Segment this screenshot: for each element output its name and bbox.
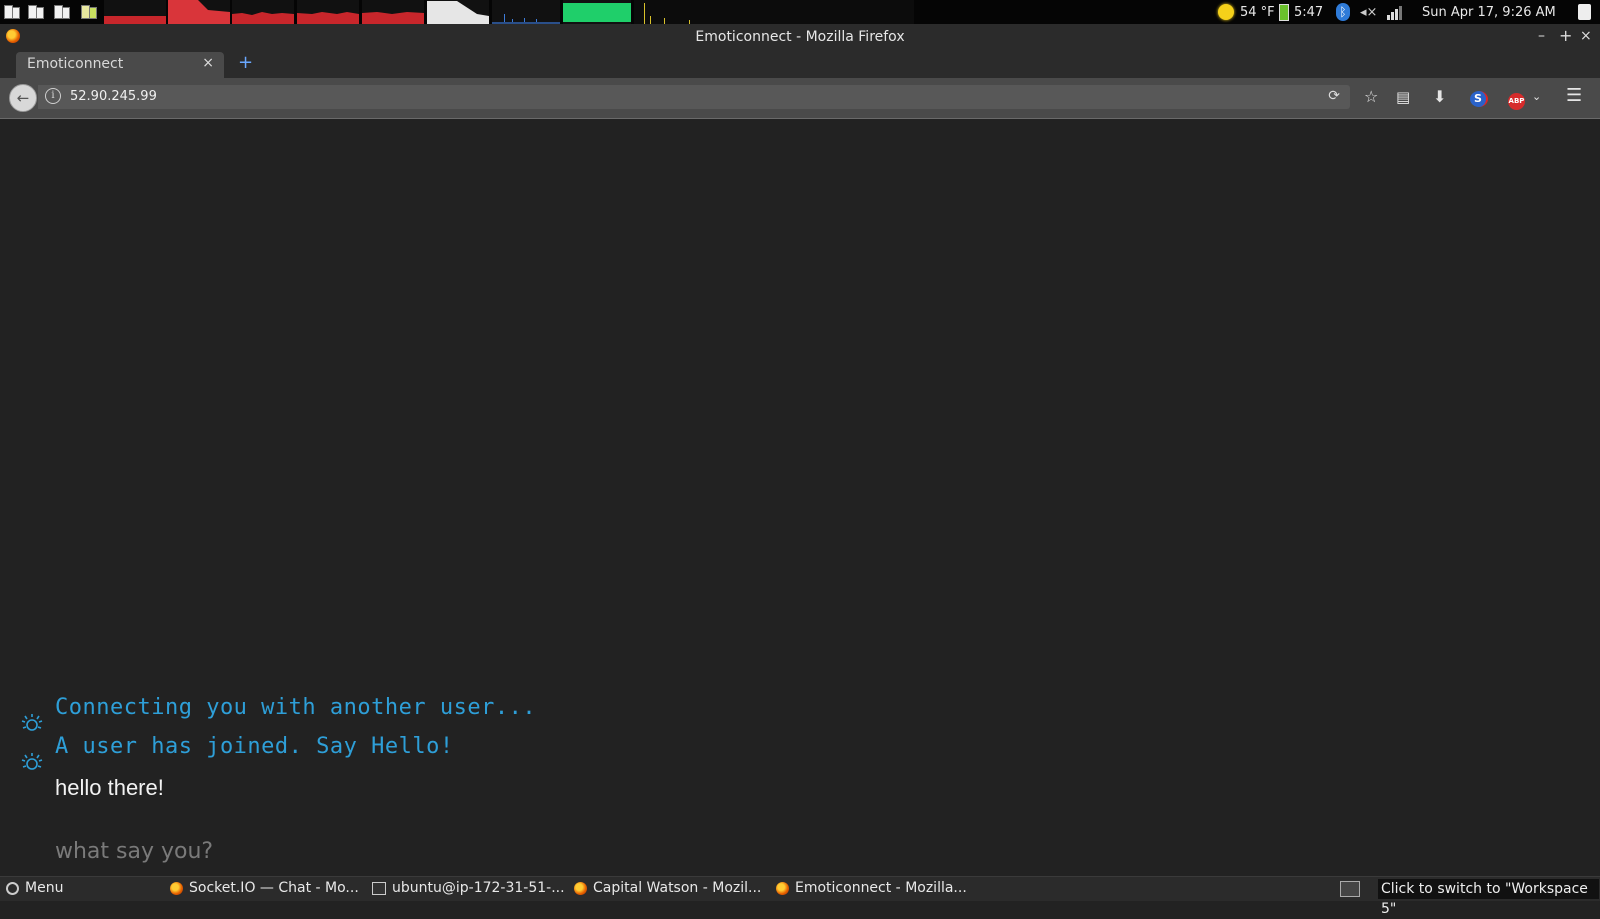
- hamburger-menu-icon[interactable]: ☰: [1566, 85, 1582, 106]
- navigation-toolbar: i 52.90.245.99 ⟳ ← ☆ ▤ ⬇ S ABP ⌄ ☰: [0, 78, 1600, 119]
- taskbar-item-label: Socket.IO — Chat - Mo...: [189, 880, 359, 896]
- extension-s-icon[interactable]: S: [1470, 87, 1488, 107]
- tab-strip: Emoticonnect × +: [0, 50, 1600, 78]
- memory-graph: [427, 0, 489, 24]
- workspace-tooltip: Click to switch to "Workspace 5": [1378, 879, 1599, 917]
- clock[interactable]: Sun Apr 17, 9:26 AM: [1422, 0, 1556, 24]
- terminal-icon: [372, 881, 386, 895]
- window-title: Emoticonnect - Mozilla Firefox: [695, 29, 905, 45]
- workspace-1-icon[interactable]: [3, 3, 20, 20]
- network-graph: [492, 0, 560, 24]
- tab-emoticonnect[interactable]: Emoticonnect ×: [16, 52, 224, 78]
- bookmark-star-icon[interactable]: ☆: [1364, 87, 1378, 106]
- tab-close-icon[interactable]: ×: [202, 55, 214, 71]
- taskbar-item-capital-watson[interactable]: Capital Watson - Mozil...: [574, 880, 761, 896]
- clock-datetime: Sun Apr 17, 9:26 AM: [1422, 4, 1556, 20]
- site-info-icon[interactable]: i: [45, 88, 61, 104]
- taskbar-item-emoticonnect[interactable]: Emoticonnect - Mozilla...: [776, 880, 967, 896]
- swap-graph: [563, 0, 631, 24]
- cpu-graph-3: [232, 0, 294, 24]
- chat-message: hello there!: [55, 775, 164, 800]
- new-tab-button[interactable]: +: [238, 52, 253, 73]
- sun-icon: [1218, 4, 1234, 20]
- workspace-3-icon[interactable]: [53, 3, 70, 20]
- reading-list-icon[interactable]: ▤: [1396, 88, 1410, 106]
- cpu-graph-2: [168, 0, 230, 24]
- taskbar-item-label: ubuntu@ip-172-31-51-...: [392, 880, 565, 896]
- taskbar-item-socketio[interactable]: Socket.IO — Chat - Mo...: [170, 880, 359, 896]
- cpu-graph-4: [297, 0, 359, 24]
- cpu-graph-5: [362, 0, 424, 24]
- volume-icon[interactable]: ◂×: [1360, 0, 1377, 24]
- load-graph: [634, 0, 914, 24]
- taskbar-item-terminal[interactable]: ubuntu@ip-172-31-51-...: [372, 880, 565, 896]
- download-icon[interactable]: ⬇: [1433, 87, 1446, 106]
- menu-icon: [6, 881, 19, 895]
- workspace-switcher-icon[interactable]: [1340, 881, 1360, 897]
- system-message: A user has joined. Say Hello!: [55, 734, 454, 759]
- url-bar[interactable]: i 52.90.245.99 ⟳: [38, 85, 1350, 109]
- battery-indicator[interactable]: 5:47: [1279, 0, 1323, 24]
- window-titlebar: Emoticonnect - Mozilla Firefox – + ×: [0, 24, 1600, 50]
- back-button[interactable]: ←: [9, 84, 37, 112]
- battery-time: 5:47: [1294, 4, 1324, 20]
- top-system-panel: 54 °F 5:47 ᛒ ◂× Sun Apr 17, 9:26 AM: [0, 0, 1600, 24]
- cpu-graph: [104, 0, 166, 24]
- adblock-icon[interactable]: ABP: [1508, 88, 1525, 110]
- close-window-button[interactable]: ×: [1580, 28, 1592, 44]
- bluetooth-icon[interactable]: ᛒ: [1336, 0, 1350, 24]
- minimize-button[interactable]: –: [1538, 28, 1545, 44]
- workspace-2-icon[interactable]: [27, 3, 44, 20]
- weather-indicator[interactable]: 54 °F: [1218, 0, 1275, 24]
- back-arrow-icon: ←: [16, 89, 30, 107]
- firefox-icon: [170, 881, 183, 895]
- workspace-4-icon[interactable]: [80, 3, 97, 20]
- network-signal-icon[interactable]: [1386, 0, 1404, 24]
- watson-icon: [21, 753, 43, 770]
- battery-icon: [1279, 3, 1289, 21]
- firefox-icon: [574, 881, 587, 895]
- bottom-taskbar: Menu Socket.IO — Chat - Mo... ubuntu@ip-…: [0, 876, 1600, 917]
- notification-icon[interactable]: [1578, 0, 1591, 24]
- taskbar-item-label: Capital Watson - Mozil...: [593, 880, 762, 896]
- maximize-button[interactable]: +: [1559, 26, 1572, 45]
- tab-label: Emoticonnect: [27, 56, 124, 72]
- weather-temp: 54 °F: [1240, 4, 1275, 20]
- taskbar-item-label: Emoticonnect - Mozilla...: [795, 880, 967, 896]
- menu-label: Menu: [25, 880, 64, 896]
- reload-icon[interactable]: ⟳: [1328, 88, 1340, 104]
- page-content: Connecting you with another user... A us…: [3, 119, 1597, 874]
- watson-icon: [21, 714, 43, 731]
- system-message: Connecting you with another user...: [55, 695, 537, 720]
- menu-button[interactable]: Menu: [6, 880, 63, 896]
- adblock-dropdown-icon[interactable]: ⌄: [1532, 90, 1541, 103]
- firefox-icon: [776, 881, 789, 895]
- chat-input[interactable]: [55, 835, 955, 867]
- url-text[interactable]: 52.90.245.99: [70, 89, 157, 104]
